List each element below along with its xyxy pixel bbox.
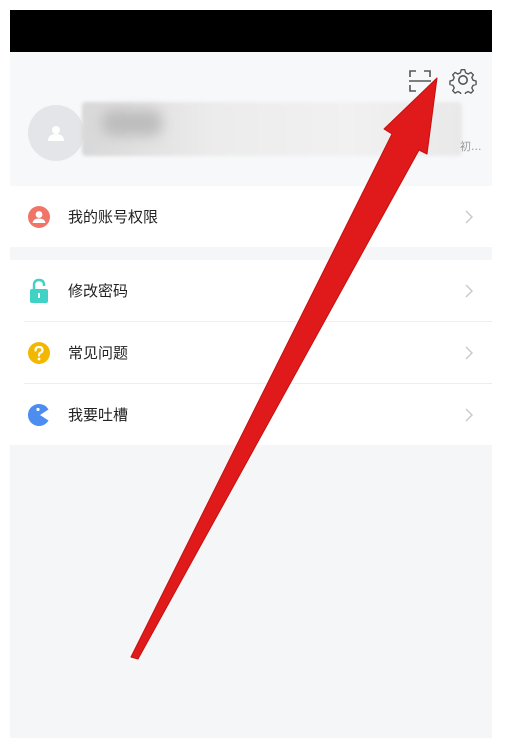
scan-icon[interactable]	[407, 68, 433, 94]
account-permission-icon	[26, 204, 52, 230]
menu-item-faq[interactable]: 常见问题	[24, 322, 492, 384]
app-screen: 初... 我的账号权限 修改密码 常见问题 我要吐槽	[10, 10, 492, 738]
user-silhouette-icon	[48, 126, 64, 141]
menu-item-label: 常见问题	[68, 344, 129, 362]
lock-icon	[26, 278, 52, 304]
avatar[interactable]	[28, 105, 84, 161]
menu-item-change-password[interactable]: 修改密码	[24, 260, 492, 322]
chevron-right-icon	[465, 284, 473, 298]
menu-item-label: 我的账号权限	[68, 208, 159, 226]
menu-section-account: 我的账号权限	[10, 186, 492, 247]
menu-item-account-permission[interactable]: 我的账号权限	[24, 186, 492, 247]
menu-item-feedback[interactable]: 我要吐槽	[24, 384, 492, 445]
status-bar	[10, 10, 492, 52]
username-blurred	[82, 102, 462, 156]
chevron-right-icon	[465, 346, 473, 360]
menu-section-general: 修改密码 常见问题 我要吐槽	[10, 260, 492, 445]
chevron-right-icon	[465, 408, 473, 422]
menu-item-label: 我要吐槽	[68, 406, 129, 424]
gear-icon[interactable]	[449, 66, 477, 94]
chevron-right-icon	[465, 210, 473, 224]
menu-item-label: 修改密码	[68, 282, 129, 300]
question-icon	[26, 340, 52, 366]
feedback-icon	[26, 402, 52, 428]
profile-tagline: 初...	[460, 140, 482, 153]
